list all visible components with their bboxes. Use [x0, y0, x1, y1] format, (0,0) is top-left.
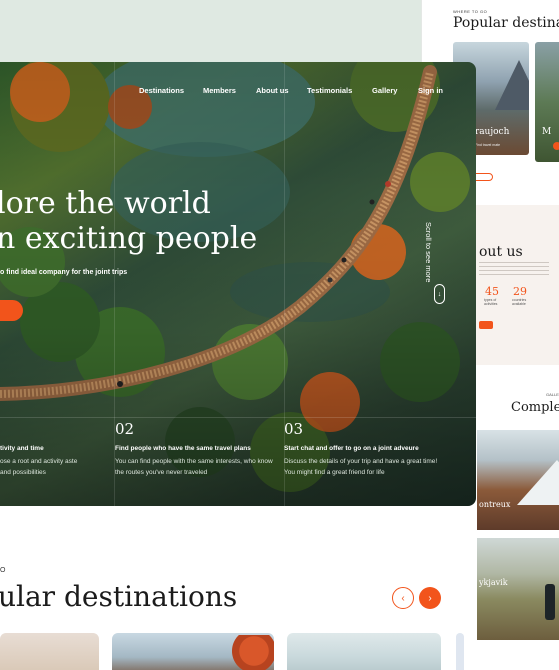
gallery-image-label: ontreux: [479, 500, 511, 509]
preview-about-text: [479, 262, 549, 278]
popular-title: ular destinations: [0, 580, 238, 613]
destination-card[interactable]: [287, 633, 441, 670]
carousel-prev-button[interactable]: ‹: [392, 587, 414, 609]
bottom-right-strip: [458, 640, 559, 670]
hiker-silhouette: [545, 584, 555, 620]
preview-gallery-title: Comple: [511, 400, 559, 415]
top-background: [0, 0, 430, 70]
preview-eyebrow: WHERE TO GO: [453, 9, 488, 14]
step-2-desc: You can find people with the same intere…: [115, 458, 273, 476]
carousel-next-button[interactable]: ›: [419, 587, 441, 609]
nav-sign-in[interactable]: Sign in: [418, 86, 443, 95]
step-2-title: Find people who have the same travel pla…: [115, 445, 251, 452]
chevron-right-icon: ›: [428, 592, 432, 604]
preview-about-button[interactable]: [479, 321, 493, 329]
snow-peak-shape: [517, 460, 559, 505]
preview-stat-label: countries available: [512, 298, 527, 306]
nav-about-us[interactable]: About us: [256, 86, 289, 95]
steps-divider: [0, 417, 476, 418]
hero-section: Destinations Members About us Testimonia…: [0, 62, 476, 506]
destination-card[interactable]: [112, 633, 274, 670]
popular-eyebrow: O: [0, 567, 7, 574]
preview-gallery-image[interactable]: ykjavik: [477, 538, 559, 640]
hero-title-line-2: n exciting people: [0, 221, 258, 256]
hero-cta-button[interactable]: [0, 300, 23, 321]
preview-gallery-image[interactable]: ontreux: [477, 430, 559, 530]
mountain-peak-shape: [495, 60, 529, 110]
step-3-title: Start chat and offer to go on a joint ad…: [284, 445, 419, 452]
scroll-down-button[interactable]: ↓: [434, 284, 445, 304]
nav-gallery[interactable]: Gallery: [372, 86, 397, 95]
nav-members[interactable]: Members: [203, 86, 236, 95]
autumn-tree-shape: [212, 635, 274, 670]
preview-about-section: [462, 205, 559, 365]
preview-gallery-eyebrow: GALLE: [546, 392, 559, 397]
preview-destination-card[interactable]: M: [535, 42, 559, 162]
destination-card[interactable]: [456, 633, 464, 670]
preview-card-label: M: [542, 127, 552, 137]
card-action-dot[interactable]: [553, 142, 559, 150]
nav-testimonials[interactable]: Testimonials: [307, 86, 352, 95]
preview-about-title: out us: [479, 244, 523, 260]
preview-title: Popular destinat: [453, 15, 559, 31]
arrow-down-icon: ↓: [437, 290, 442, 298]
step-3-desc: Discuss the details of your trip and hav…: [284, 458, 438, 476]
chevron-left-icon: ‹: [401, 592, 405, 604]
preview-stat-value: 45: [485, 285, 499, 298]
preview-card-sub: Find travel mate: [475, 143, 501, 147]
hero-title-line-1: lore the world: [0, 186, 211, 221]
step-1-title: tivity and time: [0, 445, 44, 452]
nav-destinations[interactable]: Destinations: [139, 86, 184, 95]
step-3-number: 03: [284, 420, 304, 438]
step-2-number: 02: [115, 420, 135, 438]
preview-stat-label: types of activities: [484, 298, 498, 306]
hero-subtitle: o find ideal company for the joint trips: [0, 269, 128, 276]
grid-divider: [114, 62, 115, 506]
destination-card[interactable]: [0, 633, 99, 670]
gallery-image-label: ykjavik: [479, 578, 508, 587]
grid-divider: [284, 62, 285, 506]
preview-stat-value: 29: [513, 285, 527, 298]
step-1-desc: ose a root and activity aste and possibi…: [0, 458, 78, 476]
scroll-hint: Scroll to see more: [424, 222, 433, 283]
hero-shade-overlay: [0, 62, 476, 506]
